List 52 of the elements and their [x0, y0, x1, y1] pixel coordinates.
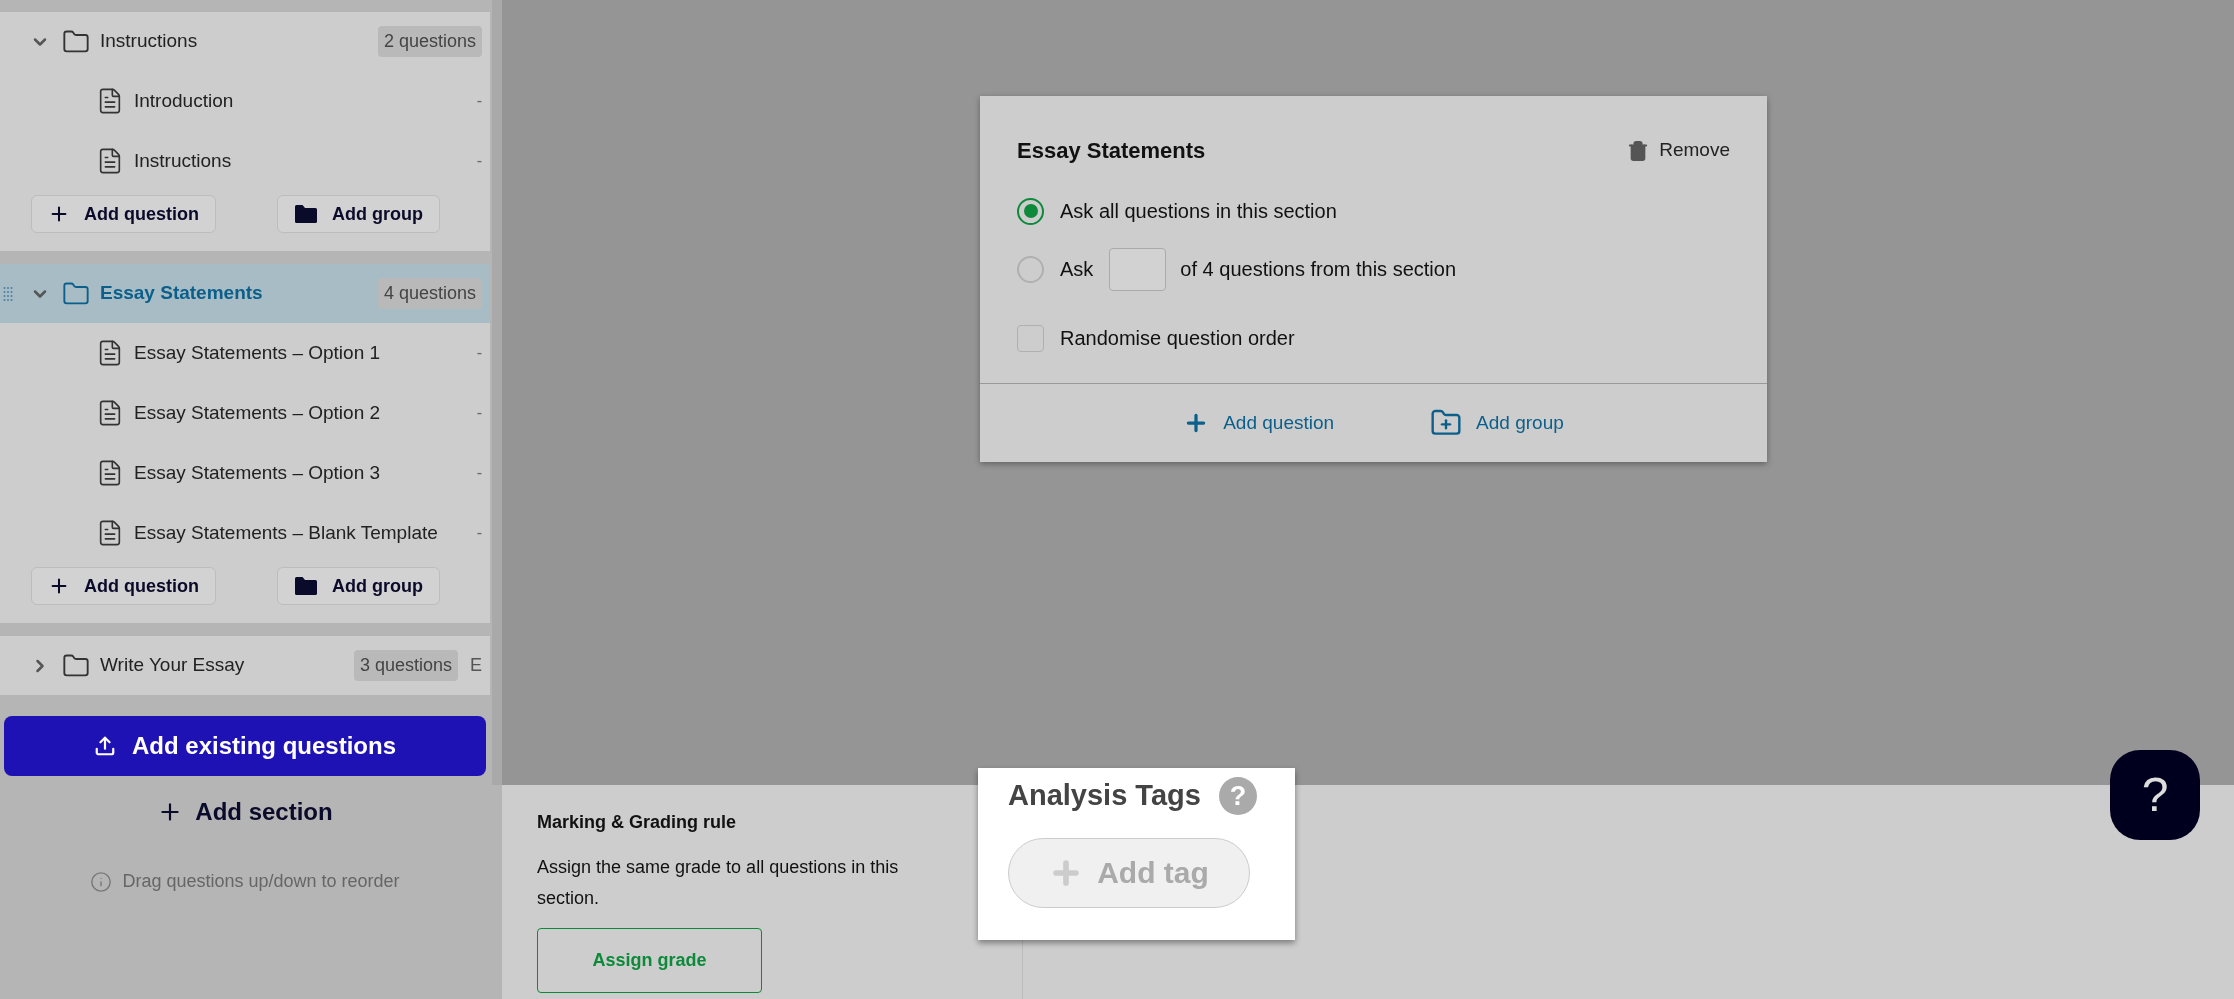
add-group-link[interactable]: Add group: [1430, 407, 1564, 439]
option-suffix: of 4 questions from this section: [1180, 257, 1457, 282]
question-item[interactable]: Introduction -: [0, 71, 490, 131]
section-title: Write Your Essay: [100, 653, 245, 678]
folder-icon: [294, 576, 318, 596]
question-status: -: [476, 91, 482, 111]
checkbox[interactable]: [1017, 324, 1044, 352]
folder-icon: [294, 204, 318, 224]
section-title: Essay Statements: [100, 281, 263, 306]
add-question-button[interactable]: Add question: [31, 195, 216, 233]
drag-handle-icon[interactable]: [3, 285, 13, 302]
section-header[interactable]: Essay Statements 4 questions: [0, 264, 490, 323]
question-status: -: [476, 523, 482, 543]
reorder-hint: Drag questions up/down to reorder: [122, 870, 400, 893]
add-question-button[interactable]: Add question: [31, 567, 216, 605]
question-item[interactable]: Essay Statements – Option 1 -: [0, 323, 490, 383]
dialog-title: Essay Statements: [1017, 137, 1206, 165]
question-status: -: [476, 151, 482, 171]
question-status: -: [476, 343, 482, 363]
question-count-input[interactable]: [1109, 247, 1167, 291]
question-status: -: [476, 403, 482, 423]
marking-title: Marking & Grading rule: [537, 811, 738, 834]
scrollbar[interactable]: [492, 0, 502, 785]
section-status: E: [470, 654, 482, 677]
add-existing-questions-button[interactable]: Add existing questions: [4, 716, 486, 776]
section-title: Instructions: [100, 29, 198, 54]
question-item[interactable]: Essay Statements – Option 3 -: [0, 443, 490, 503]
radio-button[interactable]: [1017, 255, 1044, 283]
question-count-badge: 3 questions: [353, 650, 458, 681]
section-header[interactable]: Write Your Essay 3 questions E: [0, 636, 490, 695]
info-icon: [90, 870, 113, 893]
question-item[interactable]: Essay Statements – Option 2 -: [0, 383, 490, 443]
option-label: Ask all questions in this section: [1060, 199, 1337, 224]
question-status: -: [476, 463, 482, 483]
option-label: Ask: [1060, 257, 1094, 282]
section-header[interactable]: Instructions 2 questions: [0, 12, 490, 71]
marking-description: Assign the same grade to all questions in this section.: [537, 856, 900, 910]
help-button[interactable]: ?: [2110, 750, 2200, 840]
upload-icon: [94, 735, 116, 757]
add-question-link[interactable]: Add question: [1183, 408, 1335, 438]
radio-button[interactable]: [1017, 197, 1044, 225]
checkbox-label: Randomise question order: [1060, 326, 1295, 351]
question-count-badge: 4 questions: [377, 278, 482, 309]
add-section-button[interactable]: Add section: [157, 794, 333, 830]
analysis-tags-title: Analysis Tags: [1008, 778, 1201, 813]
question-item[interactable]: Instructions -: [0, 131, 490, 191]
add-group-button[interactable]: Add group: [277, 567, 440, 605]
question-count-badge: 2 questions: [377, 26, 482, 57]
trash-icon: [1627, 139, 1650, 162]
remove-button[interactable]: Remove: [1627, 136, 1730, 165]
question-item[interactable]: Essay Statements – Blank Template -: [0, 503, 490, 563]
add-group-button[interactable]: Add group: [277, 195, 440, 233]
